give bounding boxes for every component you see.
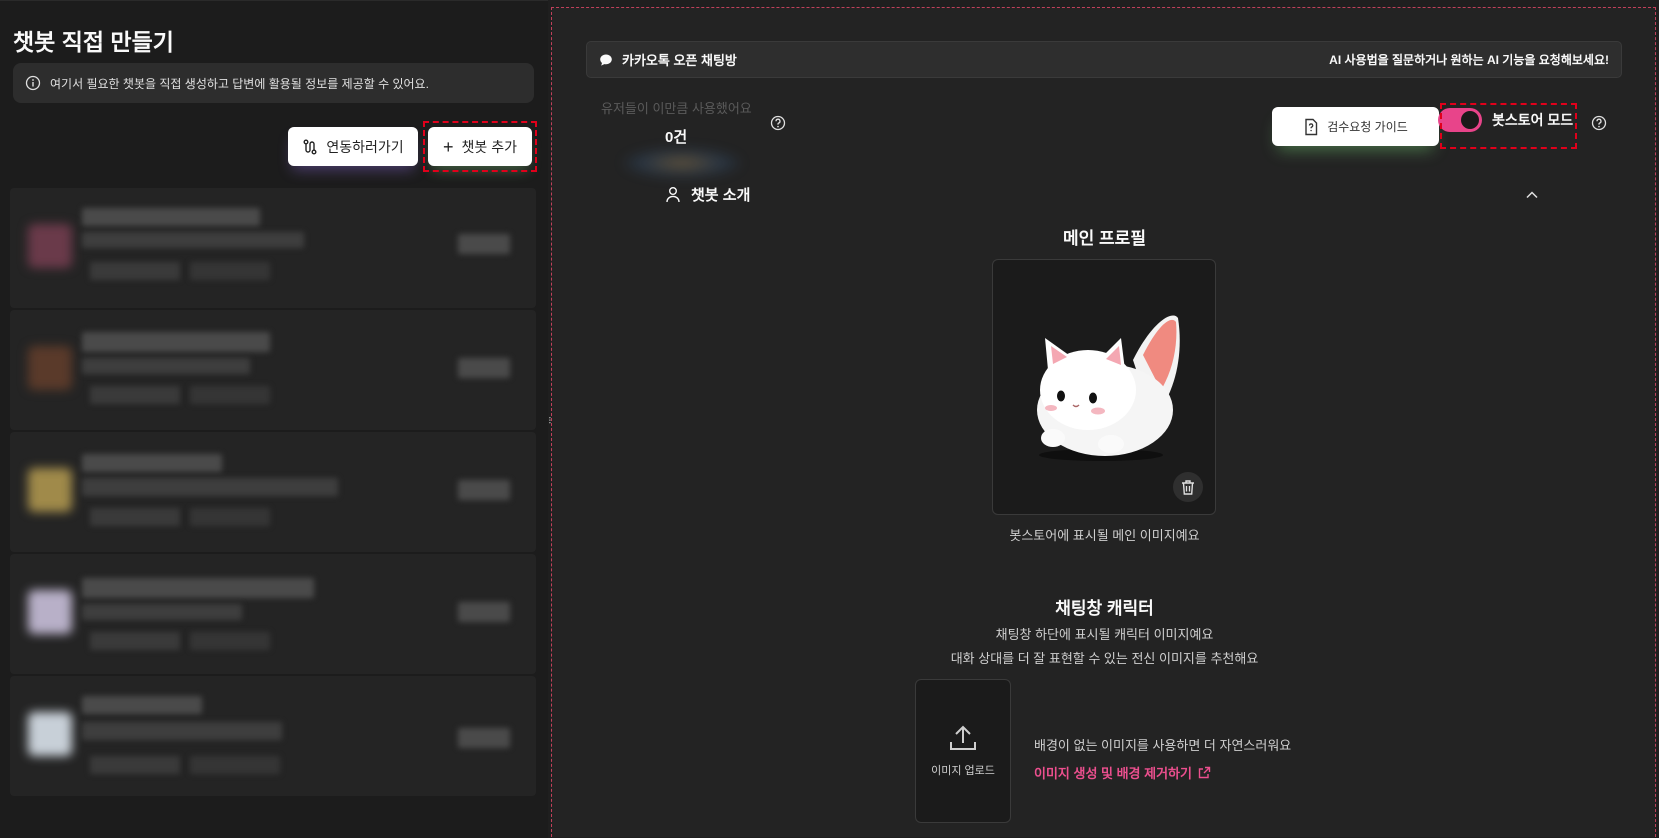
banner-cta: AI 사용법을 질문하거나 원하는 AI 기능을 요청해보세요! bbox=[1329, 53, 1609, 67]
info-text: 여기서 필요한 챗봇을 직접 생성하고 답변에 활용될 정보를 제공할 수 있어… bbox=[50, 76, 429, 91]
usage-count: 0건 bbox=[665, 129, 688, 146]
botstore-mode-toggle[interactable] bbox=[1438, 108, 1482, 132]
botstore-mode-label: 봇스토어 모드 bbox=[1492, 112, 1574, 128]
chat-character-heading: 채팅창 캐릭터 bbox=[1055, 599, 1154, 618]
review-guide-label: 검수요청 가이드 bbox=[1327, 120, 1408, 134]
section-title: 챗봇 소개 bbox=[691, 187, 751, 204]
banner-title: 카카오톡 오픈 채팅방 bbox=[622, 53, 737, 68]
avatar bbox=[28, 712, 72, 756]
main-profile-caption: 봇스토어에 표시될 메인 이미지예요 bbox=[1009, 528, 1200, 543]
usage-glow bbox=[622, 148, 742, 178]
main-profile-image[interactable] bbox=[992, 259, 1216, 515]
chatbot-list-item[interactable] bbox=[10, 676, 536, 796]
avatar bbox=[28, 590, 72, 634]
info-box: 여기서 필요한 챗봇을 직접 생성하고 답변에 활용될 정보를 제공할 수 있어… bbox=[13, 63, 534, 103]
section-header-intro[interactable]: 챗봇 소개 bbox=[665, 184, 750, 205]
image-generate-link-label: 이미지 생성 및 배경 제거하기 bbox=[1034, 766, 1192, 781]
chevron-up-icon[interactable] bbox=[1526, 191, 1538, 199]
chatbot-list-item[interactable] bbox=[10, 554, 536, 674]
usage-label: 유저들이 이만큼 사용했어요 bbox=[601, 101, 752, 116]
upload-hint: 배경이 없는 이미지를 사용하면 더 자연스러워요 bbox=[1034, 738, 1292, 753]
delete-image-button[interactable] bbox=[1173, 472, 1203, 502]
external-link-icon bbox=[1198, 766, 1211, 779]
avatar bbox=[28, 224, 72, 268]
user-icon bbox=[666, 187, 680, 203]
usage-help-icon[interactable] bbox=[770, 115, 786, 131]
chatbot-list-item[interactable] bbox=[10, 188, 536, 308]
add-chatbot-label: 챗봇 추가 bbox=[461, 138, 517, 155]
plus-icon: + bbox=[443, 136, 454, 157]
chat-bubble-icon bbox=[600, 54, 612, 66]
avatar bbox=[28, 346, 72, 390]
upload-icon bbox=[950, 725, 976, 750]
add-chatbot-button[interactable]: + 챗봇 추가 bbox=[428, 127, 532, 166]
route-icon bbox=[303, 139, 317, 154]
info-icon bbox=[25, 75, 41, 91]
right-panel: 카카오톡 오픈 채팅방 AI 사용법을 질문하거나 원하는 AI 기능을 요청해… bbox=[551, 7, 1656, 837]
page-title: 챗봇 직접 만들기 bbox=[13, 29, 174, 55]
main-profile-heading: 메인 프로필 bbox=[1063, 229, 1146, 248]
chatbot-list bbox=[10, 188, 536, 798]
chat-character-desc2: 대화 상대를 더 잘 표현할 수 있는 전신 이미지를 추천해요 bbox=[950, 651, 1259, 666]
image-upload-label: 이미지 업로드 bbox=[931, 765, 995, 777]
kakao-open-chat-banner[interactable]: 카카오톡 오픈 채팅방 AI 사용법을 질문하거나 원하는 AI 기능을 요청해… bbox=[586, 41, 1622, 78]
review-guide-button[interactable]: 검수요청 가이드 bbox=[1272, 107, 1439, 146]
document-question-icon bbox=[1305, 118, 1318, 135]
image-upload-button[interactable]: 이미지 업로드 bbox=[915, 679, 1011, 823]
link-integration-label: 연동하러가기 bbox=[326, 138, 404, 155]
link-integration-button[interactable]: 연동하러가기 bbox=[288, 127, 418, 166]
avatar bbox=[28, 468, 72, 512]
chat-character-desc1: 채팅창 하단에 표시될 캐릭터 이미지예요 bbox=[995, 627, 1214, 642]
botstore-help-icon[interactable] bbox=[1591, 115, 1607, 131]
image-generate-link[interactable]: 이미지 생성 및 배경 제거하기 bbox=[1034, 763, 1211, 782]
chatbot-list-item[interactable] bbox=[10, 310, 536, 430]
chatbot-list-item[interactable] bbox=[10, 432, 536, 552]
trash-icon bbox=[1182, 479, 1194, 495]
botstore-mode-control: 봇스토어 모드 bbox=[1438, 108, 1573, 132]
left-panel: 챗봇 직접 만들기 여기서 필요한 챗봇을 직접 생성하고 답변에 활용될 정보… bbox=[0, 0, 548, 838]
